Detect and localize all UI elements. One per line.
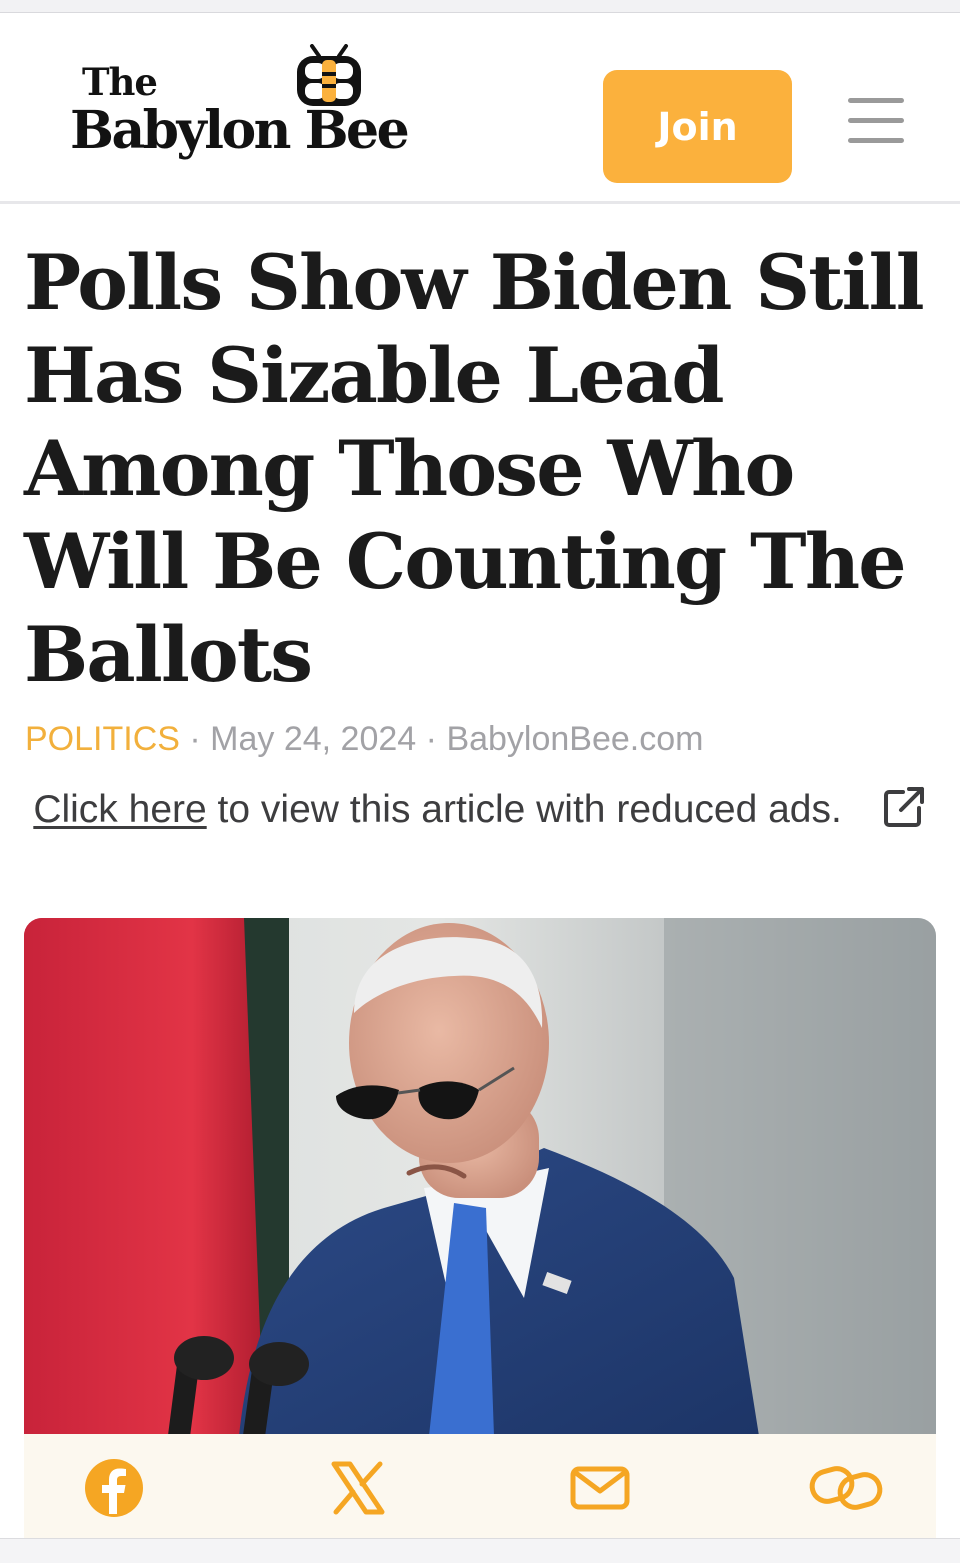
site-header: The Babylon Bee Join [0,13,960,204]
mail-icon[interactable] [568,1456,632,1520]
hamburger-menu-icon[interactable] [848,98,904,144]
article-headline: Polls Show Biden Still Has Sizable Lead … [24,238,925,699]
babylon-bee-logo[interactable]: The Babylon Bee [70,44,470,178]
logo-the-text: The [82,60,158,104]
article-photo [24,918,936,1436]
meta-separator: · [189,720,201,758]
join-button[interactable]: Join [603,70,792,183]
link-icon[interactable] [808,1456,884,1520]
article-meta: POLITICS · May 24, 2024 · BabylonBee.com [25,720,703,759]
browser-bottom-edge [0,1538,960,1563]
category-link[interactable]: POLITICS [25,720,180,758]
publish-date: May 24, 2024 [210,720,417,758]
x-icon[interactable] [326,1456,390,1520]
external-link-icon[interactable] [881,784,927,830]
facebook-icon[interactable] [82,1456,146,1520]
browser-top-edge [0,0,960,13]
reduced-ads-link[interactable]: Click here [33,788,206,831]
meta-separator: · [425,720,437,758]
source-name: BabylonBee.com [446,720,704,758]
article-photo-image [24,918,936,1436]
share-bar [24,1434,936,1538]
bee-icon [297,44,361,106]
reduced-ads-notice: Click here to view this article with red… [0,780,960,840]
reduced-ads-text: to view this article with reduced ads. [206,788,842,831]
